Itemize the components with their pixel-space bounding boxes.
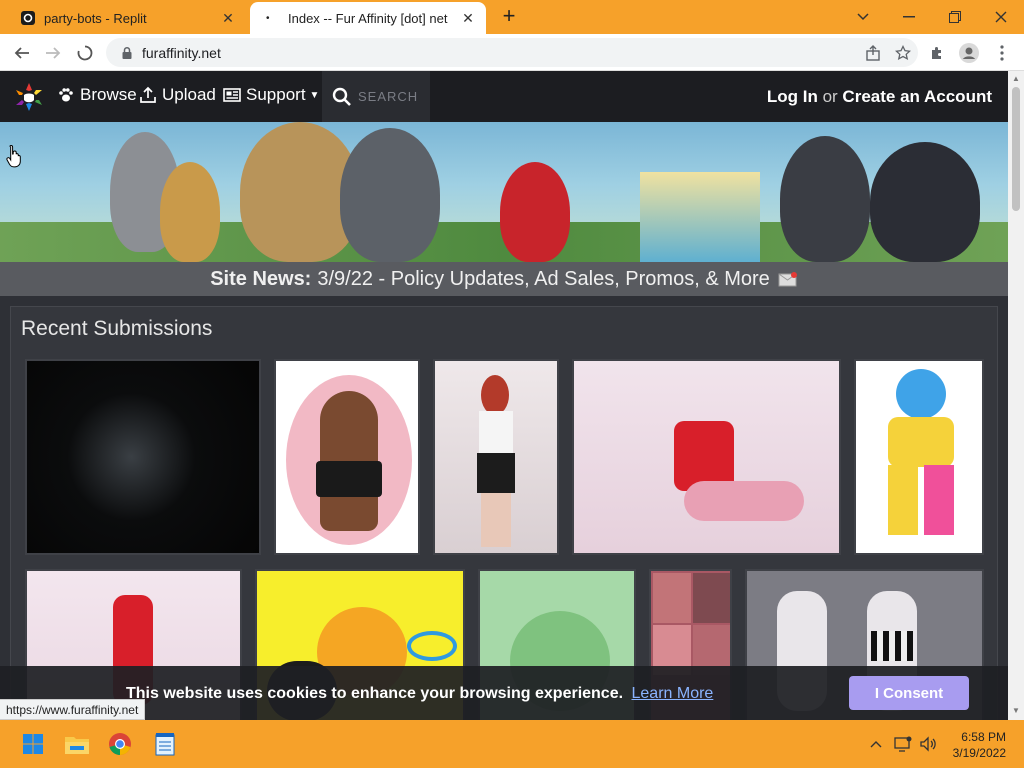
newspaper-icon	[223, 88, 241, 102]
mail-icon	[778, 272, 797, 287]
extensions-puzzle-icon[interactable]	[926, 42, 948, 64]
share-icon[interactable]	[858, 44, 888, 61]
restore-button[interactable]	[932, 0, 978, 34]
submission-thumbnail[interactable]	[854, 359, 984, 555]
site-nav-bar: Browse Upload Support ▼ SEARCH Log In or…	[0, 71, 1008, 122]
close-tab-icon[interactable]: ✕	[218, 10, 238, 27]
lock-icon[interactable]	[120, 46, 134, 60]
bookmark-star-icon[interactable]	[888, 44, 918, 61]
or-text: or	[822, 87, 838, 106]
address-bar[interactable]: furaffinity.net	[106, 38, 918, 67]
upload-icon	[140, 86, 156, 103]
header-banner-art[interactable]	[0, 122, 1008, 262]
system-clock[interactable]: 6:58 PM 3/19/2022	[953, 729, 1006, 761]
cookie-message: This website uses cookies to enhance you…	[126, 685, 713, 703]
file-explorer-icon[interactable]	[63, 730, 91, 758]
main-content: Recent Submissions	[0, 296, 1008, 720]
page-scrollbar[interactable]: ▲ ▼	[1008, 71, 1024, 720]
notepad-icon[interactable]	[151, 730, 179, 758]
site-news-bar[interactable]: Site News: 3/9/22 - Policy Updates, Ad S…	[0, 262, 1008, 296]
banner-character	[500, 162, 570, 262]
chrome-icon[interactable]	[106, 730, 134, 758]
browse-label: Browse	[80, 85, 137, 104]
submission-thumbnail[interactable]	[433, 359, 559, 555]
browser-menu-icon[interactable]	[991, 42, 1013, 64]
scrollbar-thumb[interactable]	[1012, 87, 1020, 211]
profile-avatar-icon[interactable]	[958, 42, 980, 64]
account-links: Log In or Create an Account	[767, 87, 992, 107]
close-window-button[interactable]	[978, 0, 1024, 34]
tab-title: Index -- Fur Affinity [dot] net	[288, 10, 448, 26]
tab-title: party-bots - Replit	[44, 10, 147, 26]
replit-favicon-icon	[21, 11, 35, 25]
loading-dot-icon: •	[266, 12, 270, 24]
recent-submissions-panel: Recent Submissions	[10, 306, 998, 720]
tab-search-chevron-icon[interactable]	[840, 0, 886, 34]
submission-thumbnail[interactable]	[274, 359, 420, 555]
banner-character	[160, 162, 220, 262]
scroll-up-arrow-icon[interactable]: ▲	[1011, 74, 1021, 84]
support-dropdown[interactable]: Support ▼	[223, 85, 319, 105]
tab-replit[interactable]: party-bots - Replit ✕	[8, 2, 246, 34]
scroll-down-arrow-icon[interactable]: ▼	[1011, 706, 1021, 716]
site-search[interactable]: SEARCH	[322, 71, 430, 122]
hand-cursor-icon	[6, 144, 21, 168]
login-link[interactable]: Log In	[767, 87, 818, 106]
volume-icon[interactable]	[918, 734, 938, 754]
clock-time: 6:58 PM	[961, 730, 1006, 744]
banner-city	[640, 172, 760, 262]
browser-tab-strip: party-bots - Replit ✕ • Index -- Fur Aff…	[0, 0, 1024, 34]
new-tab-button[interactable]: +	[498, 5, 520, 28]
recent-submissions-title: Recent Submissions	[21, 317, 213, 340]
browser-toolbar: furaffinity.net	[0, 34, 1024, 71]
furaffinity-logo-icon[interactable]	[12, 81, 46, 113]
upload-label: Upload	[162, 85, 216, 104]
consent-button[interactable]: I Consent	[849, 676, 969, 710]
stop-loading-button[interactable]	[72, 40, 98, 66]
create-account-link[interactable]: Create an Account	[842, 87, 992, 106]
banner-character	[340, 128, 440, 262]
url-text[interactable]: furaffinity.net	[142, 45, 858, 61]
windows-taskbar: 6:58 PM 3/19/2022	[0, 720, 1024, 768]
search-input[interactable]: SEARCH	[358, 89, 418, 104]
paw-icon	[59, 88, 73, 102]
show-hidden-icons-chevron-icon[interactable]	[866, 734, 886, 754]
submission-thumbnail[interactable]	[25, 359, 261, 555]
tab-furaffinity[interactable]: • Index -- Fur Affinity [dot] net ✕	[250, 2, 486, 34]
caret-down-icon: ▼	[309, 89, 320, 101]
learn-more-link[interactable]: Learn More	[632, 685, 714, 702]
status-bar-link: https://www.furaffinity.net	[0, 699, 146, 720]
network-icon[interactable]	[893, 734, 913, 754]
minimize-button[interactable]	[886, 0, 932, 34]
close-tab-icon[interactable]: ✕	[458, 10, 478, 27]
news-text: 3/9/22 - Policy Updates, Ad Sales, Promo…	[317, 267, 770, 290]
forward-button[interactable]	[40, 40, 66, 66]
banner-character	[870, 142, 980, 262]
support-label: Support	[246, 85, 306, 104]
clock-date: 3/19/2022	[952, 746, 1006, 760]
upload-link[interactable]: Upload	[139, 85, 216, 105]
submission-thumbnail[interactable]	[572, 359, 841, 555]
browse-link[interactable]: Browse	[57, 85, 137, 105]
news-label: Site News:	[210, 267, 312, 290]
search-icon[interactable]	[332, 87, 352, 107]
cookie-banner: This website uses cookies to enhance you…	[0, 666, 1008, 720]
cookie-text: This website uses cookies to enhance you…	[126, 685, 624, 702]
back-button[interactable]	[9, 40, 35, 66]
banner-character	[780, 136, 870, 262]
start-windows-icon[interactable]	[19, 730, 47, 758]
